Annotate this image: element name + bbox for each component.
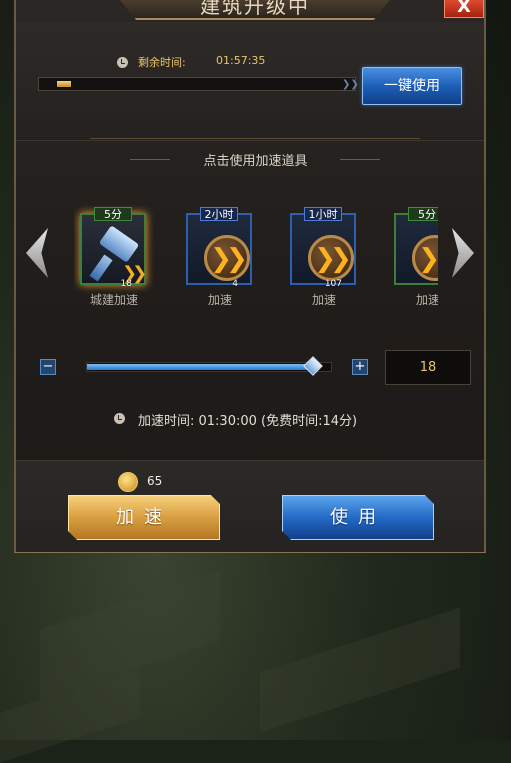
progress-right-cap-icon: ❯❯ [342,79,359,90]
item-duration-tab: 1小时 [304,207,342,221]
item-label: 加速 [207,293,232,307]
item-count: 4 [232,279,238,289]
item-count: 107 [324,279,342,289]
upgrade-progress-bar [38,77,356,91]
speedup-time-info: 加速时间: 01:30:00 (免费时间:14分) [138,414,358,429]
item-duration-tab: 2小时 [200,207,238,221]
double-chevron-icon: ❯❯ [210,244,248,274]
item-label: 加速 [415,293,438,307]
item-count: 18 [120,279,132,289]
item-speedup-5min[interactable]: ❯❯ 5分 加速 [388,205,438,313]
clock-icon [114,413,125,424]
item-speedup-2h[interactable]: ❯❯ 4 2小时 加速 [180,205,260,313]
hammer-handle [89,254,113,282]
remaining-time-value: 01:57:35 [216,54,266,67]
item-frame: ❯❯ 4 [186,213,252,289]
gold-coin-icon [118,472,138,492]
item-build-speedup-5min[interactable]: ❯❯ 18 5分 城建加速 [74,205,154,313]
quantity-minus-button[interactable]: − [40,359,56,375]
quantity-slider-fill [87,364,314,370]
item-label: 加速 [311,293,336,307]
section-divider [90,138,420,139]
item-label: 城建加速 [89,293,138,307]
item-frame: ❯❯ 18 [80,213,147,289]
dialog-title: 建筑升级中 [200,0,310,18]
items-hint-text: 点击使用加速道具 [203,154,308,169]
double-chevron-icon: ❯❯ [418,244,438,274]
upgrade-progress-fill [57,81,71,87]
speed-up-button[interactable]: 加速 [68,495,220,540]
dialog-title-bar: 建筑升级中 [120,0,390,20]
item-duration-tab: 5分 [408,207,438,221]
clock-icon [117,57,128,68]
use-button[interactable]: 使用 [282,495,434,540]
hint-right-line [340,159,380,160]
item-speedup-1h[interactable]: ❯❯ 107 1小时 加速 [284,205,364,313]
item-frame: ❯❯ [394,213,438,285]
quantity-plus-button[interactable]: + [352,359,368,375]
remaining-time-label: 剩余时间: [138,56,186,69]
coin-cost: 65 [147,474,163,488]
speedup-items-list: ❯❯ 18 5分 城建加速 ❯❯ 4 2小时 加速 ❯❯ 107 1小时 加速 … [74,205,438,315]
close-button[interactable]: X [444,0,484,18]
item-duration-tab: 5分 [94,207,132,221]
quantity-field[interactable]: 18 [385,350,471,385]
double-chevron-icon: ❯❯ [314,244,352,274]
one-key-use-button[interactable]: 一键使用 [362,67,462,105]
item-frame: ❯❯ 107 [290,213,356,289]
quantity-slider[interactable] [86,362,332,372]
